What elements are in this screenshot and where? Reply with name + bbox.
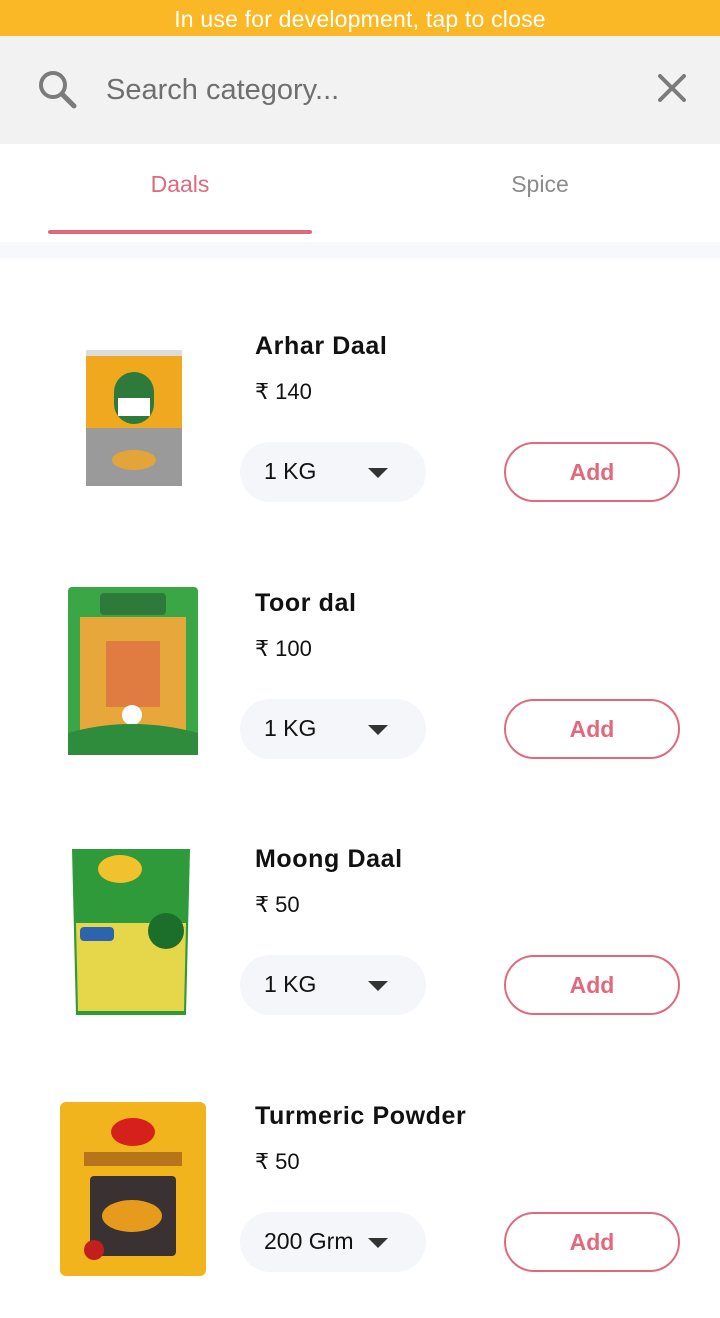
toor-dal-pack-image — [68, 587, 198, 755]
chevron-down-icon — [368, 725, 388, 735]
product-price: ₹ 50 — [255, 1149, 300, 1174]
chevron-down-icon — [368, 1238, 388, 1248]
quantity-dropdown[interactable]: 1 KG — [240, 699, 426, 759]
close-icon[interactable] — [652, 66, 692, 110]
divider — [0, 242, 720, 258]
chevron-down-icon — [368, 981, 388, 991]
product-price: ₹ 140 — [255, 379, 312, 404]
arhar-daal-pack-image — [86, 350, 182, 486]
active-tab-indicator — [48, 230, 312, 234]
development-banner[interactable]: In use for development, tap to close — [0, 0, 720, 36]
product-name: Moong Daal — [255, 845, 403, 873]
turmeric-powder-pack-image — [60, 1102, 206, 1276]
add-button[interactable]: Add — [504, 1212, 680, 1272]
product-card: Arhar Daal ₹ 140 1 KG Add — [0, 292, 720, 548]
quantity-dropdown[interactable]: 200 Grm — [240, 1212, 426, 1272]
tab-daals[interactable]: Daals — [48, 144, 312, 234]
add-button[interactable]: Add — [504, 699, 680, 759]
chevron-down-icon — [368, 468, 388, 478]
product-price: ₹ 50 — [255, 892, 300, 917]
product-card: Moong Daal ₹ 50 1 KG Add — [0, 805, 720, 1061]
quantity-value: 1 KG — [264, 971, 317, 997]
category-tabs: Daals Spice — [0, 144, 720, 244]
tab-spice[interactable]: Spice — [408, 144, 672, 234]
product-name: Arhar Daal — [255, 332, 388, 360]
moong-dal-pack-image — [72, 849, 190, 1015]
add-button[interactable]: Add — [504, 955, 680, 1015]
search-icon — [39, 71, 77, 109]
quantity-value: 200 Grm — [264, 1228, 354, 1254]
quantity-value: 1 KG — [264, 458, 317, 484]
search-input[interactable] — [106, 62, 626, 118]
search-bar — [0, 36, 720, 144]
quantity-value: 1 KG — [264, 715, 317, 741]
quantity-dropdown[interactable]: 1 KG — [240, 955, 426, 1015]
product-name: Turmeric Powder — [255, 1102, 467, 1130]
product-card: Toor dal ₹ 100 1 KG Add — [0, 549, 720, 805]
quantity-dropdown[interactable]: 1 KG — [240, 442, 426, 502]
product-price: ₹ 100 — [255, 636, 312, 661]
add-button[interactable]: Add — [504, 442, 680, 502]
product-name: Toor dal — [255, 589, 357, 617]
